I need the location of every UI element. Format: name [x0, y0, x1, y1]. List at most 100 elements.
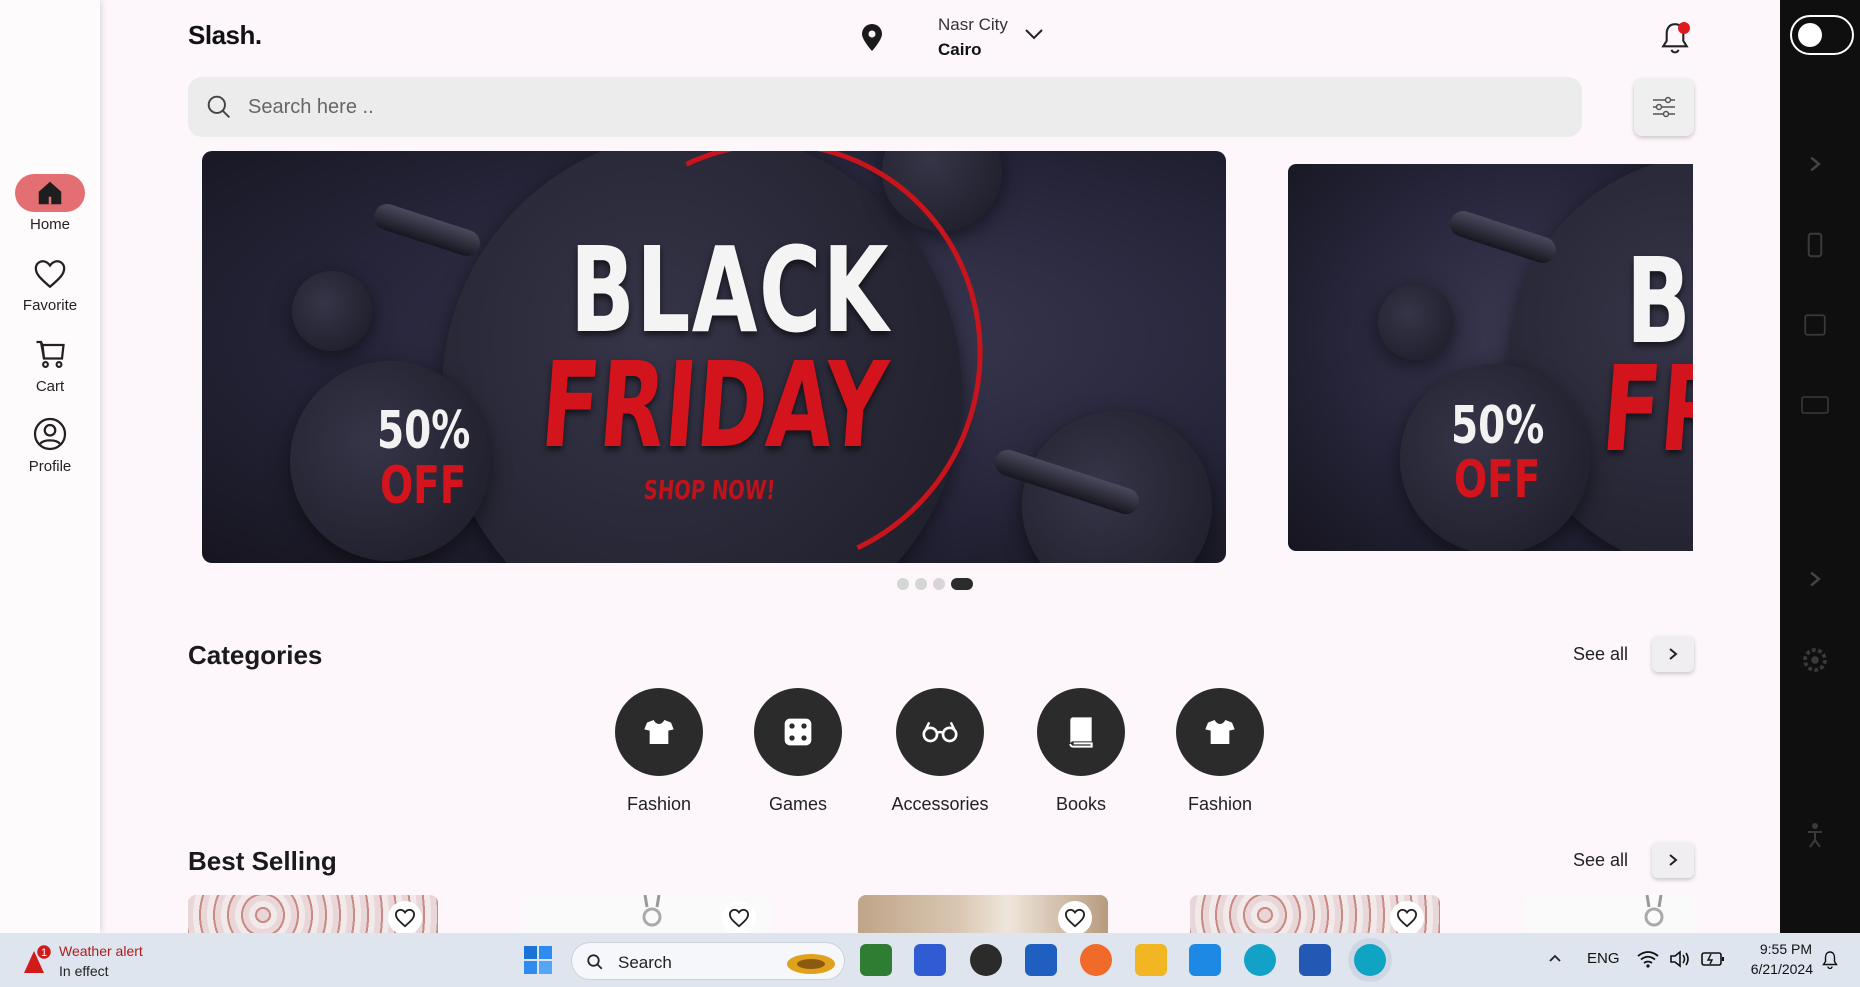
category-icon-circle [1176, 688, 1264, 776]
category-item-books[interactable]: Books [1011, 688, 1151, 815]
word-app-icon[interactable] [1299, 944, 1331, 976]
gear-icon[interactable] [1800, 645, 1830, 675]
product-card[interactable] [188, 895, 438, 933]
heart-icon [1396, 908, 1418, 928]
book-icon [1069, 717, 1093, 748]
search-input[interactable] [248, 77, 1548, 137]
banner-next-discount: 50% [1451, 396, 1545, 456]
carousel-dot[interactable] [933, 578, 945, 590]
chevron-right-icon[interactable] [1808, 155, 1822, 173]
sidebar-item-cart[interactable]: Cart [0, 336, 100, 395]
weather-alert-subtitle: In effect [59, 963, 109, 979]
edge-active-app-icon[interactable] [1354, 944, 1386, 976]
drawing-app-icon[interactable] [1080, 944, 1112, 976]
chevron-right-icon [1669, 854, 1678, 866]
location-pin-icon [862, 24, 882, 51]
product-card[interactable] [522, 895, 772, 933]
search-icon [207, 95, 230, 118]
location-city[interactable]: Nasr City [938, 15, 1008, 35]
category-label: Fashion [1187, 794, 1253, 814]
heart-icon [34, 260, 66, 289]
sidebar-item-home[interactable]: Home [0, 174, 100, 233]
product-card[interactable] [858, 895, 1108, 933]
app-logo[interactable]: Slash. [188, 20, 262, 51]
sidebar-item-profile[interactable]: Profile [0, 416, 100, 475]
profile-icon [33, 417, 67, 451]
category-item-fashion[interactable]: Fashion [589, 688, 729, 815]
clock-time[interactable]: 9:55 PM [1752, 941, 1812, 957]
carousel-dot[interactable] [897, 578, 909, 590]
keyboard-icon[interactable] [1800, 395, 1830, 415]
carousel-dot[interactable] [915, 578, 927, 590]
category-item-games[interactable]: Games [728, 688, 868, 815]
categories-see-all-link[interactable]: See all [1573, 644, 1628, 665]
promo-banner-next[interactable]: BL FR 50% OFF [1288, 164, 1693, 551]
clock-date[interactable]: 6/21/2024 [1733, 961, 1813, 977]
weather-alert-icon[interactable]: 1 [22, 943, 56, 977]
xbox-app-icon[interactable] [970, 944, 1002, 976]
product-card[interactable] [1524, 895, 1694, 933]
categories-see-all-button[interactable] [1652, 636, 1694, 672]
decor-rod [1446, 207, 1560, 267]
category-label: Games [768, 794, 828, 814]
whiteboard-app-icon[interactable] [1025, 944, 1057, 976]
category-icon-circle [754, 688, 842, 776]
sidebar-item-favorite[interactable]: Favorite [0, 257, 100, 314]
banner-next-discount-label: OFF [1454, 450, 1541, 510]
home-icon [38, 181, 62, 205]
category-icon-circle [1037, 688, 1125, 776]
volume-icon[interactable] [1669, 950, 1691, 968]
heart-icon [1064, 908, 1086, 928]
banner-discount: 50% [377, 401, 471, 461]
product-card[interactable] [1190, 895, 1440, 933]
windows-start-icon[interactable] [523, 945, 553, 975]
location-region[interactable]: Cairo [938, 40, 981, 60]
best-selling-see-all-link[interactable]: See all [1573, 850, 1628, 871]
banner-headline-friday: FRIDAY [536, 336, 892, 474]
vscode-app-icon[interactable] [1189, 944, 1221, 976]
notification-dot [1678, 22, 1690, 34]
chevron-down-icon[interactable] [1024, 28, 1044, 40]
glasses-icon [922, 721, 958, 743]
file-explorer-icon[interactable] [1135, 944, 1167, 976]
favorite-button[interactable] [1058, 901, 1092, 933]
weather-alert-title[interactable]: Weather alert [59, 943, 143, 959]
tshirt-icon [1205, 720, 1235, 744]
chevron-right-icon [1669, 648, 1678, 660]
accessibility-icon[interactable] [1804, 822, 1826, 848]
pen-app-icon[interactable] [914, 944, 946, 976]
toggle-knob [1798, 23, 1822, 47]
favorite-button[interactable] [722, 901, 756, 933]
taskbar-search-box[interactable]: Search [571, 942, 845, 980]
chevron-right-icon[interactable] [1808, 570, 1822, 588]
category-label: Fashion [626, 794, 692, 814]
battery-icon[interactable] [1701, 951, 1725, 967]
category-item-accessories[interactable]: Accessories [870, 688, 1010, 815]
category-item-fashion[interactable]: Fashion [1150, 688, 1290, 815]
weather-alert-badge: 1 [41, 947, 47, 959]
theme-toggle[interactable] [1790, 15, 1854, 55]
notification-center-icon[interactable] [1822, 951, 1838, 969]
edge-app-icon[interactable] [1244, 944, 1276, 976]
rotate-device-icon[interactable] [1800, 230, 1830, 260]
favorite-button[interactable] [388, 901, 422, 933]
promo-banner[interactable]: BLACK FRIDAY 50% OFF SHOP NOW! [202, 151, 1226, 563]
best-selling-see-all-button[interactable] [1652, 842, 1694, 878]
filter-button[interactable] [1634, 78, 1694, 136]
sidebar-item-label: Cart [35, 378, 65, 395]
category-icon-circle [615, 688, 703, 776]
meet-app-icon[interactable] [860, 944, 892, 976]
language-indicator[interactable]: ENG [1587, 950, 1620, 967]
chevron-up-icon[interactable] [1548, 953, 1562, 963]
carousel-indicator [897, 578, 973, 590]
cart-icon [36, 340, 65, 368]
favorite-button[interactable] [1390, 901, 1424, 933]
search-highlight-icon [787, 954, 835, 974]
sidebar-item-label: Favorite [22, 297, 78, 314]
carousel-dot-active[interactable] [951, 578, 973, 590]
decor-disc [292, 271, 372, 351]
wifi-icon[interactable] [1637, 950, 1659, 968]
home-active-pill [15, 174, 85, 212]
grid-icon[interactable] [1802, 312, 1828, 338]
decor-rod [370, 200, 484, 260]
